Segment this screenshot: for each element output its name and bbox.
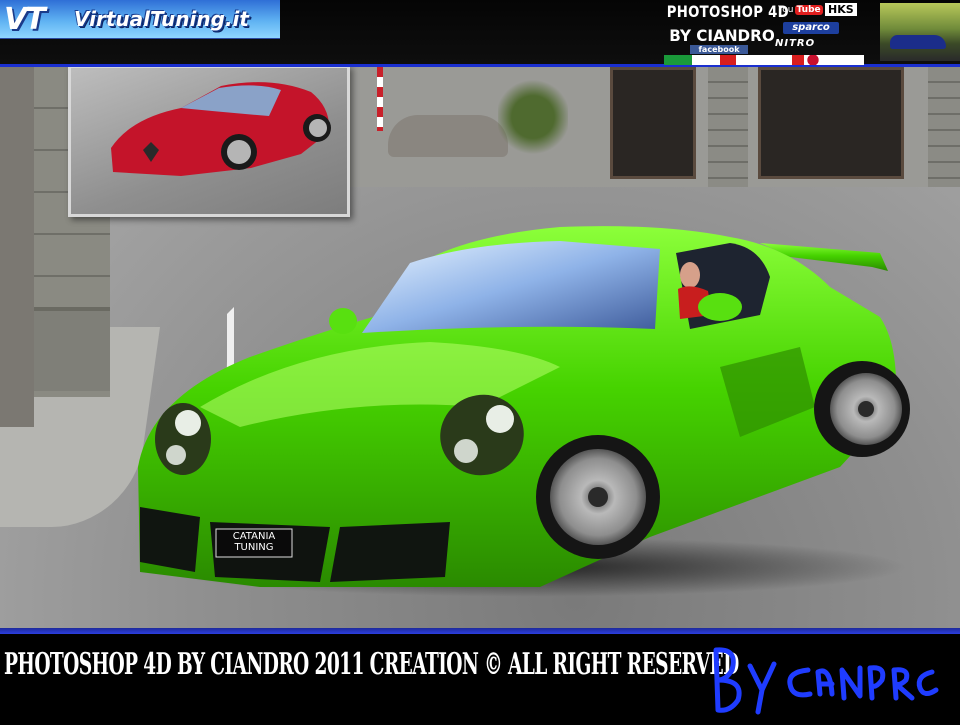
copyright-caption: PHOTOSHOP 4D BY CIANDRO 2011 CREATION © … xyxy=(4,647,739,682)
site-logo[interactable]: VT VirtualTuning.it xyxy=(0,0,280,39)
youtube-logo: You Tube xyxy=(778,3,823,17)
inset-front-rim xyxy=(227,140,251,164)
japan-flag-icon xyxy=(800,55,826,65)
header-title-line1: PHOTOSHOP 4D xyxy=(666,2,789,21)
header-title: PHOTOSHOP 4D BY CIANDRO xyxy=(662,2,789,45)
facebook-badge[interactable]: facebook xyxy=(690,45,748,54)
author-signature: BY CIANDRO xyxy=(704,636,944,720)
driver xyxy=(680,262,700,288)
right-headlight-lens xyxy=(486,405,514,433)
sparco-logo: sparco xyxy=(783,22,839,34)
header-car-thumbnail xyxy=(880,3,960,61)
license-plate-line2: TUNING xyxy=(234,542,274,553)
front-intake-left xyxy=(140,507,200,572)
inset-rear-rim xyxy=(309,119,327,137)
windshield xyxy=(362,241,660,333)
header-title-line2: BY CIANDRO xyxy=(669,26,775,45)
left-headlight-lens xyxy=(175,410,201,436)
flag-strip xyxy=(664,55,864,65)
header-thumbnail-car xyxy=(890,35,946,49)
front-hub xyxy=(588,487,608,507)
license-plate: CATANIA TUNING xyxy=(218,531,290,553)
side-mirror xyxy=(698,293,742,321)
original-red-car xyxy=(111,82,331,176)
hks-logo: HKS xyxy=(825,3,857,16)
original-car-inset xyxy=(68,67,350,217)
right-headlight-lens-2 xyxy=(454,439,478,463)
nitro-logo: NITRO xyxy=(775,38,816,49)
tuning-photo: CATANIA TUNING xyxy=(0,67,960,628)
left-headlight-lens-2 xyxy=(166,445,186,465)
front-intake-right xyxy=(330,522,450,582)
youtube-logo-you: You xyxy=(778,5,794,15)
rear-hub xyxy=(858,401,874,417)
site-logo-text: VirtualTuning.it xyxy=(74,7,249,31)
signature-scribble xyxy=(713,647,939,715)
youtube-logo-tube: Tube xyxy=(794,5,823,15)
left-mirror xyxy=(329,308,357,334)
license-plate-line1: CATANIA xyxy=(232,531,276,542)
site-logo-mark: VT xyxy=(4,2,46,37)
